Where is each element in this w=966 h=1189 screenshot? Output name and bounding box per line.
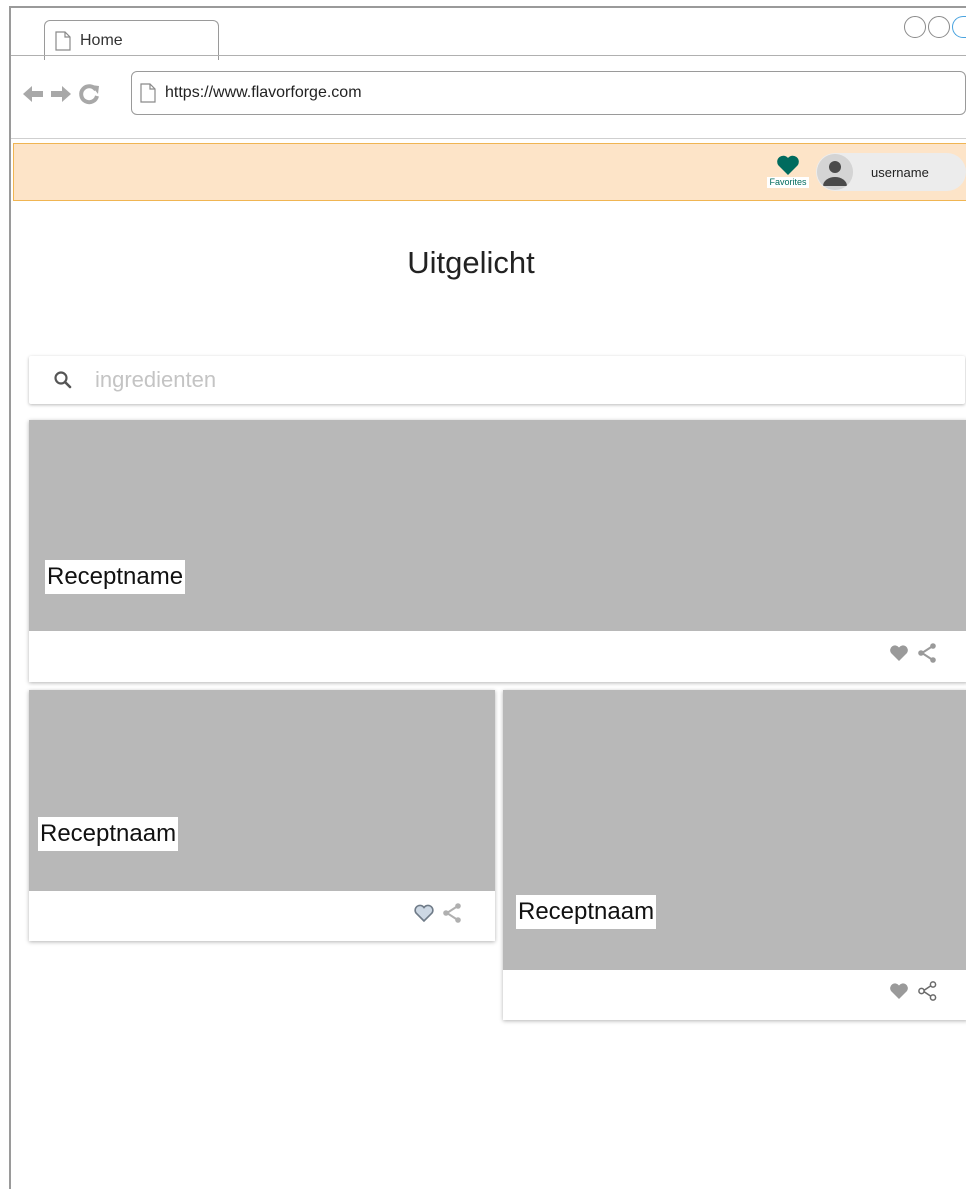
recipe-image[interactable] bbox=[29, 690, 495, 891]
tab-home[interactable]: Home bbox=[44, 20, 219, 60]
username-label: username bbox=[871, 164, 929, 180]
card-actions bbox=[413, 902, 463, 924]
heart-filled-icon[interactable] bbox=[888, 642, 910, 664]
page-icon bbox=[55, 30, 71, 51]
favorites-label: Favorites bbox=[767, 177, 809, 188]
back-arrow-icon[interactable] bbox=[21, 82, 45, 106]
search-icon[interactable] bbox=[53, 370, 73, 390]
recipe-name[interactable]: Receptnaam bbox=[38, 817, 179, 851]
ingredients-search-input[interactable] bbox=[95, 367, 895, 393]
user-menu[interactable]: username bbox=[816, 153, 966, 191]
recipe-name[interactable]: Receptname bbox=[45, 560, 186, 594]
recipe-card[interactable]: Receptnaam bbox=[29, 690, 495, 941]
nav-buttons bbox=[21, 82, 101, 106]
page-icon bbox=[140, 83, 156, 103]
heart-icon bbox=[777, 155, 799, 175]
minimize-button[interactable] bbox=[904, 16, 926, 38]
recipe-card[interactable]: Receptnaam bbox=[503, 690, 966, 1020]
url-text: https://www.flavorforge.com bbox=[165, 84, 362, 101]
heart-filled-icon[interactable] bbox=[888, 980, 910, 1002]
favorites-button[interactable]: Favorites bbox=[764, 154, 812, 194]
tab-divider bbox=[11, 55, 966, 56]
page-title: Uitgelicht bbox=[407, 245, 535, 280]
card-actions bbox=[888, 980, 938, 1002]
recipe-card-featured[interactable]: Receptname bbox=[29, 420, 966, 682]
address-bar[interactable]: https://www.flavorforge.com bbox=[131, 71, 966, 115]
toolbar-divider bbox=[11, 138, 966, 139]
recipe-name[interactable]: Receptnaam bbox=[516, 895, 657, 929]
navigation-bar: https://www.flavorforge.com bbox=[11, 71, 966, 117]
heart-outline-icon[interactable] bbox=[413, 902, 435, 924]
share-icon[interactable] bbox=[441, 902, 463, 924]
tab-strip: Home bbox=[11, 8, 966, 60]
close-button[interactable] bbox=[952, 16, 966, 38]
reload-icon[interactable] bbox=[77, 82, 101, 106]
avatar-icon bbox=[817, 154, 853, 190]
recipe-image[interactable] bbox=[29, 420, 966, 631]
share-icon[interactable] bbox=[916, 642, 938, 664]
share-icon[interactable] bbox=[916, 980, 938, 1002]
search-bar bbox=[29, 356, 965, 404]
window-controls bbox=[904, 16, 966, 38]
tab-title: Home bbox=[80, 31, 123, 49]
browser-window: Home https://www.flavorforge.com Favorit… bbox=[9, 6, 966, 1189]
card-actions bbox=[888, 642, 938, 664]
app-header: Favorites username bbox=[13, 143, 966, 201]
maximize-button[interactable] bbox=[928, 16, 950, 38]
forward-arrow-icon[interactable] bbox=[49, 82, 73, 106]
